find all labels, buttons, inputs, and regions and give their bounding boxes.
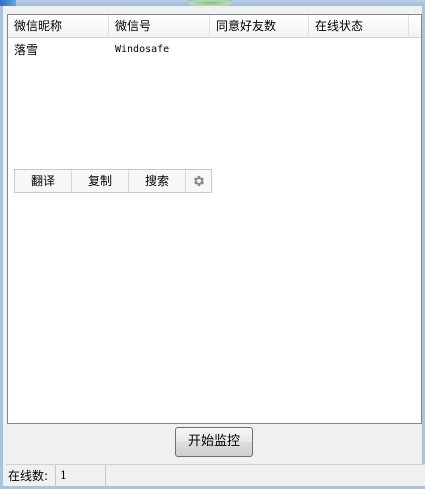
status-bar: 在线数: 1 <box>6 464 425 487</box>
online-count-value: 1 <box>56 465 106 487</box>
gear-icon <box>193 175 204 187</box>
settings-button[interactable] <box>186 170 211 192</box>
column-header-wechat-id[interactable]: 微信号 <box>109 15 210 38</box>
column-header-filler <box>409 15 421 38</box>
column-header-status[interactable]: 在线状态 <box>309 15 409 38</box>
translate-button[interactable]: 翻译 <box>15 170 72 192</box>
copy-button[interactable]: 复制 <box>72 170 129 192</box>
window-frame: 微信昵称 微信号 同意好友数 在线状态 落雪 Windosafe 翻译 复制 搜… <box>0 6 425 489</box>
online-count-label: 在线数: <box>6 465 56 487</box>
account-list[interactable]: 微信昵称 微信号 同意好友数 在线状态 落雪 Windosafe 翻译 复制 搜… <box>7 14 422 424</box>
context-toolbar: 翻译 复制 搜索 <box>14 169 212 193</box>
start-monitor-button[interactable]: 开始监控 <box>175 427 253 457</box>
search-button[interactable]: 搜索 <box>129 170 186 192</box>
list-header: 微信昵称 微信号 同意好友数 在线状态 <box>8 15 421 38</box>
list-row[interactable]: 落雪 Windosafe <box>8 41 421 59</box>
column-header-nickname[interactable]: 微信昵称 <box>8 15 109 38</box>
cell-nickname: 落雪 <box>14 43 39 57</box>
cell-wechat-id: Windosafe <box>115 44 170 55</box>
column-header-friends[interactable]: 同意好友数 <box>210 15 309 38</box>
